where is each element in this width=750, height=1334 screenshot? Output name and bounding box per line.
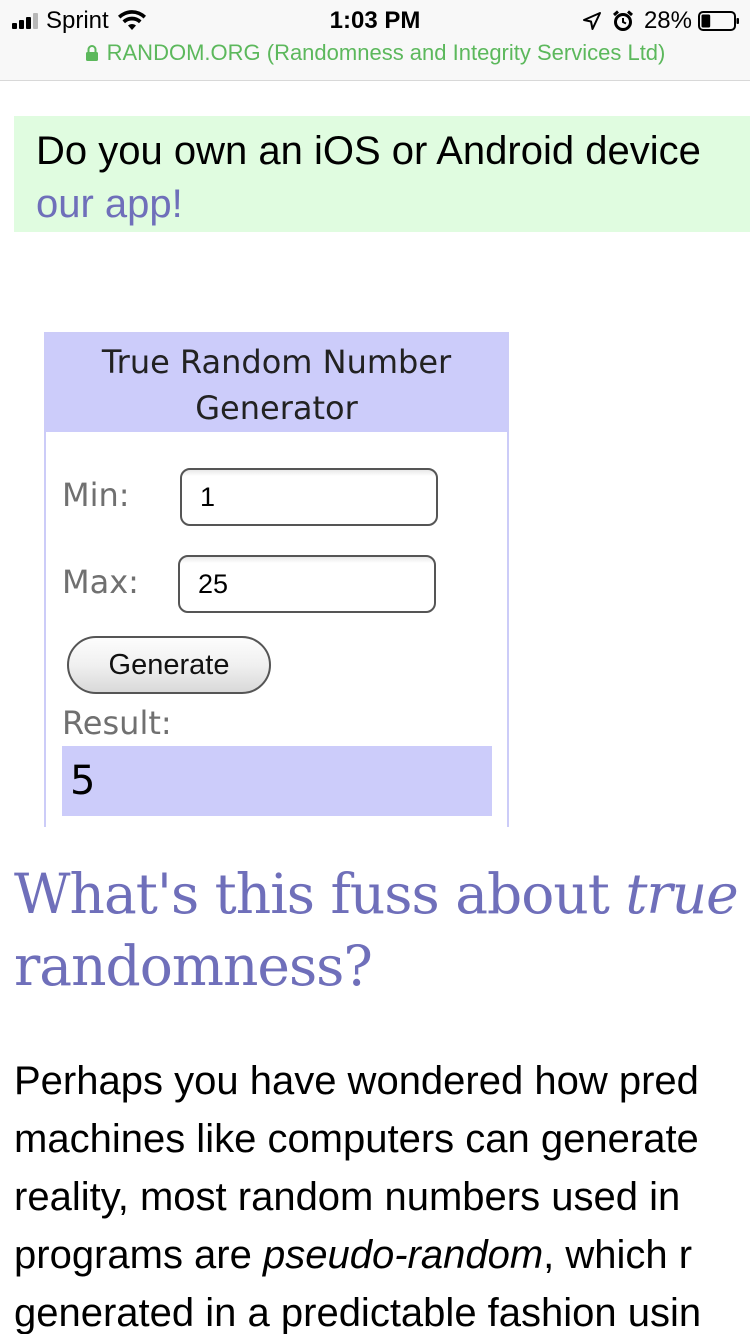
- lock-icon: [85, 45, 98, 61]
- result-value: 5: [62, 746, 492, 816]
- paragraph-line: machines like computers can generate: [14, 1117, 699, 1161]
- battery-percent: 28%: [643, 7, 692, 34]
- banner-text: Do you own an iOS or Android device: [36, 129, 701, 173]
- paragraph-text: , which r: [543, 1233, 693, 1277]
- heading-text-line2: randomness?: [14, 934, 373, 998]
- alarm-icon: [612, 10, 633, 31]
- battery-icon: [698, 11, 739, 31]
- url-bar[interactable]: RANDOM.ORG (Randomness and Integrity Ser…: [0, 38, 750, 68]
- paragraph-emphasis: pseudo-random: [262, 1233, 544, 1277]
- paragraph-line: programs are pseudo-random, which r: [14, 1226, 750, 1284]
- body-paragraph: Perhaps you have wondered how pred machi…: [14, 1052, 750, 1334]
- paragraph-line: Perhaps you have wondered how pred: [14, 1059, 699, 1103]
- max-label: Max:: [62, 563, 139, 601]
- min-input[interactable]: [180, 468, 438, 526]
- url-text: RANDOM.ORG (Randomness and Integrity Ser…: [106, 40, 666, 65]
- widget-title: True Random Number Generator: [46, 334, 507, 432]
- location-icon: [582, 12, 601, 30]
- paragraph-line: reality, most random numbers used in: [14, 1175, 681, 1219]
- heading-text: What's this fuss about: [14, 862, 626, 926]
- paragraph-text: programs are: [14, 1233, 263, 1277]
- result-label: Result:: [62, 704, 172, 742]
- random-number-generator-widget: True Random Number Generator Min: Max: G…: [44, 332, 509, 827]
- max-input[interactable]: [178, 555, 436, 613]
- app-banner: Do you own an iOS or Android device our …: [14, 116, 750, 232]
- app-link[interactable]: our app!: [36, 180, 183, 228]
- generate-button[interactable]: Generate: [67, 636, 271, 694]
- page: Sprint 1:03 PM 28% RANDOM.ORG (Randomnes…: [0, 0, 750, 1334]
- heading-emphasis: true: [625, 862, 738, 926]
- min-label: Min:: [62, 476, 130, 514]
- paragraph-line: generated in a predictable fashion usin: [14, 1291, 702, 1334]
- status-bar-right: 28%: [582, 6, 740, 36]
- status-bar: Sprint 1:03 PM 28% RANDOM.ORG (Randomnes…: [0, 0, 750, 81]
- section-heading: What's this fuss about true randomness?: [14, 858, 750, 1002]
